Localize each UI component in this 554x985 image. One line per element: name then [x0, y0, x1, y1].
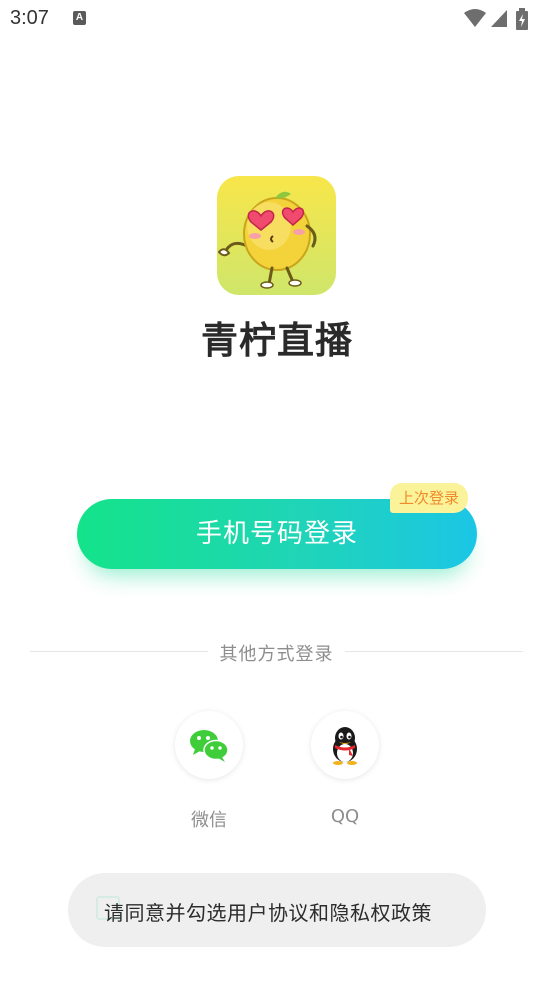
notification-a-icon: A	[73, 11, 86, 25]
status-right-group	[464, 8, 544, 30]
qq-penguin-icon	[333, 727, 357, 765]
wechat-icon	[190, 730, 229, 762]
qq-login-button[interactable]	[311, 711, 379, 779]
status-time: 3:07	[10, 7, 49, 29]
last-login-badge: 上次登录	[390, 483, 468, 513]
wifi-icon	[464, 9, 486, 27]
divider-line-right	[345, 651, 523, 652]
app-name: 青柠直播	[201, 319, 353, 362]
status-bar: 3:07 A	[0, 0, 554, 38]
lemon-mascot-icon	[217, 191, 317, 289]
agreement-text: 请同意并勾选用户协议和隐私权政策	[104, 901, 432, 925]
other-login-methods-label: 其他方式登录	[219, 644, 334, 665]
wechat-label: 微信	[191, 810, 227, 831]
battery-icon	[516, 8, 528, 30]
app-logo	[217, 176, 336, 295]
cell-signal-icon	[491, 10, 507, 27]
qq-label: QQ	[330, 806, 360, 827]
wechat-login-button[interactable]	[175, 711, 243, 779]
divider-line-left	[30, 651, 208, 652]
